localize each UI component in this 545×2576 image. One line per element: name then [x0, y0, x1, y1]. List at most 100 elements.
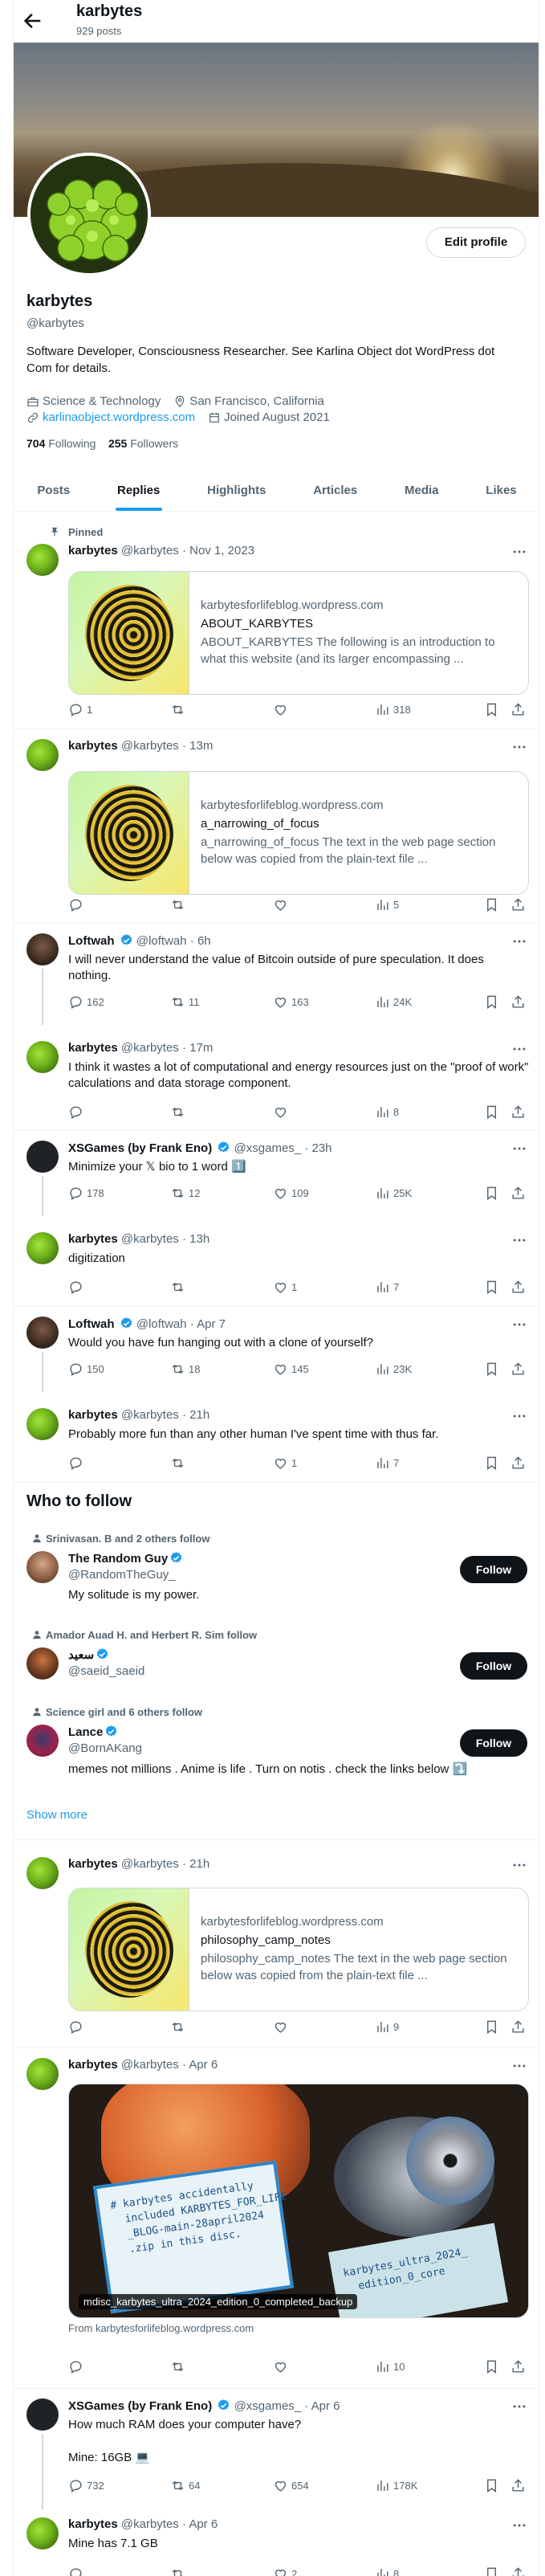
views-button[interactable]: 8 [375, 1104, 399, 1120]
repost-button[interactable] [170, 701, 189, 717]
suggestion-name[interactable]: Lance [68, 1725, 103, 1739]
post-time[interactable]: 13m [189, 739, 213, 753]
post-time[interactable]: 17m [189, 1041, 213, 1055]
repost-button[interactable] [170, 1455, 189, 1471]
post[interactable]: karbytes @karbytes · Apr 6 Mine has 7.1 … [14, 2508, 539, 2576]
profile-website-link[interactable]: karlinaobject.wordpress.com [43, 410, 195, 426]
avatar[interactable] [26, 2517, 59, 2549]
more-icon[interactable] [511, 933, 527, 949]
avatar[interactable] [26, 544, 59, 576]
follow-button[interactable]: Follow [460, 1556, 527, 1583]
like-button[interactable]: 163 [273, 994, 309, 1010]
bookmark-button[interactable] [484, 701, 499, 717]
tab-media[interactable]: Media [381, 469, 462, 511]
like-button[interactable]: 2 [273, 2566, 297, 2576]
views-button[interactable]: 25K [375, 1185, 412, 1201]
avatar[interactable] [26, 1551, 59, 1583]
post-time[interactable]: 13h [189, 1232, 209, 1246]
follow-button[interactable]: Follow [460, 1652, 527, 1680]
avatar[interactable] [26, 1232, 59, 1264]
more-icon[interactable] [511, 544, 527, 560]
like-button[interactable] [273, 896, 291, 912]
views-button[interactable]: 5 [375, 896, 399, 912]
link-card[interactable]: karbytesforlifeblog.wordpress.com philos… [68, 1888, 529, 2011]
like-button[interactable]: 145 [273, 1361, 309, 1377]
suggestion-item[interactable]: Srinivasan. B and 2 others follow The Ra… [14, 1530, 539, 1627]
views-button[interactable]: 9 [375, 2019, 399, 2035]
post[interactable]: Pinned karbytes @karbytes · Nov 1, 2023 … [14, 512, 539, 729]
author-name[interactable]: karbytes [68, 544, 118, 557]
tab-replies[interactable]: Replies [94, 469, 184, 511]
views-button[interactable]: 7 [375, 1455, 399, 1471]
share-button[interactable] [510, 1104, 526, 1120]
share-button[interactable] [510, 896, 526, 912]
post-time[interactable]: Apr 6 [189, 2517, 218, 2531]
repost-button[interactable] [170, 896, 189, 912]
post[interactable]: XSGames (by Frank Eno) @xsgames_ · Apr 6… [14, 2389, 539, 2509]
show-more-link[interactable]: Show more [26, 1808, 87, 1822]
more-icon[interactable] [511, 1317, 527, 1333]
suggestion-name[interactable]: سعيد [68, 1648, 94, 1662]
avatar[interactable] [26, 1408, 59, 1440]
bookmark-button[interactable] [484, 1185, 499, 1201]
suggestion-name[interactable]: The Random Guy [68, 1552, 168, 1566]
post[interactable]: karbytes @karbytes · 13m karbytesforlife… [14, 729, 539, 924]
bookmark-button[interactable] [484, 2019, 499, 2035]
bookmark-button[interactable] [484, 994, 499, 1010]
post-photo[interactable]: # karbytes accidentally included KARBYTE… [68, 2084, 529, 2318]
reply-button[interactable] [68, 1455, 87, 1471]
repost-button[interactable]: 18 [170, 1361, 200, 1377]
following-link[interactable]: 704 Following [26, 437, 96, 450]
tab-likes[interactable]: Likes [462, 469, 539, 511]
bookmark-button[interactable] [484, 1361, 499, 1377]
author-name[interactable]: karbytes [68, 1041, 118, 1055]
from-domain[interactable]: From karbytesforlifeblog.wordpress.com [68, 2322, 254, 2334]
suggestion-item[interactable]: Science girl and 6 others follow Lance @… [14, 1704, 539, 1784]
more-icon[interactable] [511, 2058, 527, 2074]
share-button[interactable] [510, 1279, 526, 1295]
avatar[interactable] [26, 1041, 59, 1073]
share-button[interactable] [510, 1185, 526, 1201]
post[interactable]: karbytes @karbytes · Apr 6 # karbytes ac… [14, 2048, 539, 2389]
bookmark-button[interactable] [484, 2566, 499, 2576]
views-button[interactable]: 7 [375, 1279, 399, 1295]
repost-button[interactable]: 64 [170, 2477, 200, 2493]
profile-avatar[interactable] [27, 153, 151, 276]
more-icon[interactable] [511, 1857, 527, 1873]
back-arrow-icon[interactable] [22, 10, 44, 32]
avatar[interactable] [26, 1647, 59, 1680]
post-time[interactable]: Nov 1, 2023 [189, 544, 254, 557]
avatar[interactable] [26, 739, 59, 771]
like-button[interactable] [273, 1104, 291, 1120]
post[interactable]: Loftwah @loftwah · 6h I will never under… [14, 924, 539, 1025]
reply-button[interactable] [68, 896, 87, 912]
share-button[interactable] [510, 1455, 526, 1471]
avatar[interactable] [26, 1317, 59, 1349]
repost-button[interactable] [170, 1279, 189, 1295]
post-time[interactable]: 21h [189, 1857, 209, 1871]
bookmark-button[interactable] [484, 1279, 499, 1295]
more-icon[interactable] [511, 1041, 527, 1057]
share-button[interactable] [510, 2358, 526, 2374]
avatar[interactable] [26, 1725, 59, 1757]
author-name[interactable]: karbytes [68, 1857, 118, 1871]
post[interactable]: karbytes @karbytes · 21h Probably more f… [14, 1390, 539, 1483]
edit-profile-button[interactable]: Edit profile [426, 227, 526, 258]
views-button[interactable]: 178K [375, 2477, 417, 2493]
bookmark-button[interactable] [484, 1455, 499, 1471]
like-button[interactable] [273, 2019, 291, 2035]
avatar[interactable] [26, 2058, 59, 2090]
views-button[interactable]: 24K [375, 994, 412, 1010]
author-name[interactable]: karbytes [68, 1408, 118, 1422]
like-button[interactable]: 654 [273, 2477, 309, 2493]
post-time[interactable]: 23h [312, 1141, 332, 1155]
views-button[interactable]: 318 [375, 701, 411, 717]
repost-button[interactable] [170, 2358, 189, 2374]
post[interactable]: karbytes @karbytes · 13h digitization 1 … [14, 1215, 539, 1307]
share-button[interactable] [510, 994, 526, 1010]
more-icon[interactable] [511, 739, 527, 755]
like-button[interactable]: 109 [273, 1185, 309, 1201]
tab-posts[interactable]: Posts [14, 469, 94, 511]
author-name[interactable]: XSGames (by Frank Eno) [68, 1141, 212, 1155]
author-name[interactable]: Loftwah [68, 1317, 115, 1331]
